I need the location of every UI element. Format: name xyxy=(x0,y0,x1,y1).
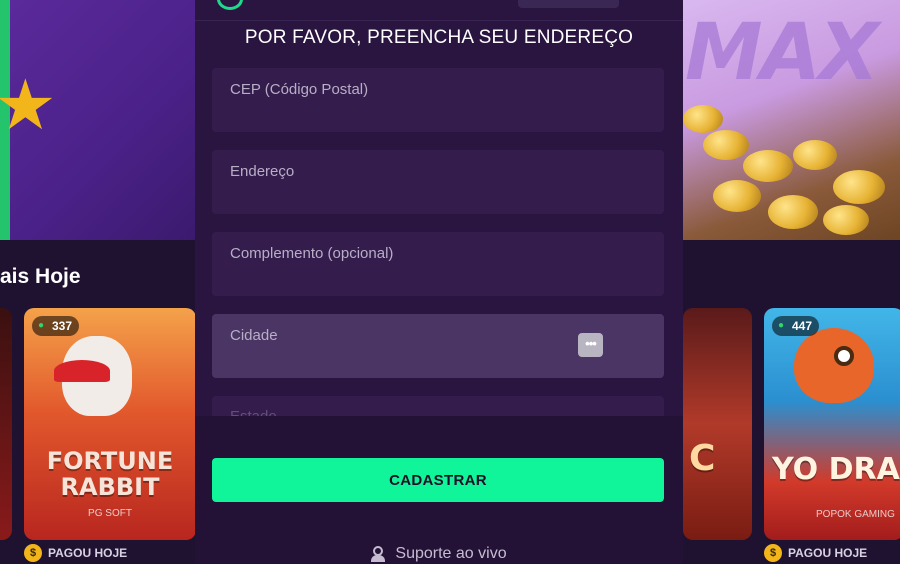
game-card-fortune-rabbit[interactable]: ● 337 FORTUNE RABBIT PG SOFT xyxy=(24,308,196,540)
city-field[interactable]: Cidade ••• xyxy=(212,314,664,378)
live-support-link[interactable]: Suporte ao vivo xyxy=(195,545,683,563)
game-title-line: RABBIT xyxy=(60,473,160,501)
address-label: Endereço xyxy=(230,163,295,180)
coin-decoration xyxy=(793,140,837,170)
page: ★ MAX ais Hoje ● 337 FORTUNE RABBIT PG S… xyxy=(0,0,900,564)
promo-banner-right[interactable]: MAX xyxy=(683,0,900,240)
modal-header xyxy=(195,0,683,21)
player-count: 447 xyxy=(792,319,813,333)
register-button[interactable]: CADASTRAR xyxy=(212,458,664,502)
paid-today-row: $ PAGOU HOJE xyxy=(764,544,867,562)
player-count-badge: ● 447 xyxy=(772,316,820,336)
logo-icon xyxy=(217,0,243,10)
cep-label: CEP (Código Postal) xyxy=(230,81,369,98)
coin-decoration xyxy=(743,150,793,182)
coin-decoration xyxy=(833,170,885,204)
coin-decoration xyxy=(703,130,749,160)
dragon-illustration xyxy=(794,328,874,403)
complement-label: Complemento (opcional) xyxy=(230,245,394,262)
person-icon: ● xyxy=(38,320,45,331)
game-title: YO DRAGO xyxy=(772,452,900,487)
coin-decoration xyxy=(683,105,723,133)
coin-decoration xyxy=(768,195,818,229)
coin-icon: $ xyxy=(764,544,782,562)
live-support-label: Suporte ao vivo xyxy=(395,545,507,562)
rabbit-hat-illustration xyxy=(54,360,110,382)
person-icon: ● xyxy=(778,320,785,331)
paid-today-row: $ PAGOU HOJE xyxy=(24,544,127,562)
support-agent-icon xyxy=(371,546,386,562)
header-button[interactable] xyxy=(518,0,619,8)
coin-decoration xyxy=(823,205,869,235)
modal-footer: CADASTRAR Suporte ao vivo xyxy=(195,416,683,564)
dragon-eye-illustration xyxy=(834,346,854,366)
star-icon: ★ xyxy=(0,66,57,144)
game-card-yo-dragon[interactable]: ● 447 YO DRAGO POPOK GAMING xyxy=(764,308,900,540)
modal-title: POR FAVOR, PREENCHA SEU ENDEREÇO xyxy=(244,27,634,48)
paid-today-label: PAGOU HOJE xyxy=(788,546,868,560)
game-title-line: FORTUNE xyxy=(46,447,174,475)
section-title: ais Hoje xyxy=(0,265,81,288)
city-label: Cidade xyxy=(230,327,278,344)
paid-today-label: PAGOU HOJE xyxy=(48,546,128,560)
coin-icon: $ xyxy=(24,544,42,562)
promo-banner-left[interactable]: ★ xyxy=(0,0,195,240)
complement-field[interactable]: Complemento (opcional) xyxy=(212,232,664,296)
player-count: 337 xyxy=(52,319,73,333)
state-field[interactable]: Estado xyxy=(212,396,664,418)
game-card[interactable] xyxy=(0,308,12,540)
game-provider: POPOK GAMING xyxy=(816,509,895,520)
player-count-badge: ● 337 xyxy=(32,316,80,336)
game-title: C xyxy=(689,438,716,479)
autofill-key-icon[interactable]: ••• xyxy=(578,333,603,357)
banner-max-text: MAX xyxy=(685,8,879,98)
game-title: FORTUNE RABBIT xyxy=(24,448,196,500)
game-provider: PG SOFT xyxy=(88,508,132,519)
address-field[interactable]: Endereço xyxy=(212,150,664,214)
address-modal: POR FAVOR, PREENCHA SEU ENDEREÇO CEP (Có… xyxy=(195,0,683,564)
cep-field[interactable]: CEP (Código Postal) xyxy=(212,68,664,132)
coin-decoration xyxy=(713,180,761,212)
game-card[interactable]: C xyxy=(683,308,752,540)
